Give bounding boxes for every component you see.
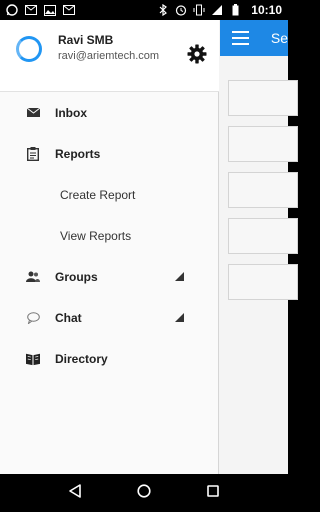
menu-item-directory[interactable]: Directory — [0, 338, 219, 379]
app-title: Se — [270, 30, 288, 46]
navigation-drawer: Ravi SMB ravi@ariemtech.com Inbox Report… — [0, 20, 219, 474]
chat-bubble-icon — [26, 311, 40, 325]
battery-icon — [229, 4, 241, 16]
home-button[interactable] — [134, 483, 154, 503]
envelope-icon — [26, 106, 40, 120]
system-nav-bar — [0, 474, 288, 512]
user-name: Ravi SMB — [58, 33, 114, 47]
gmail-icon — [25, 4, 37, 16]
list-card[interactable] — [228, 126, 298, 162]
back-icon — [68, 483, 82, 503]
menu-label: Reports — [55, 146, 101, 161]
recents-icon — [207, 484, 220, 502]
expand-caret-icon[interactable] — [175, 313, 184, 322]
drawer-header: Ravi SMB ravi@ariemtech.com — [0, 20, 219, 92]
menu-item-groups[interactable]: Groups — [0, 256, 219, 297]
gmail-icon — [63, 4, 75, 16]
list-card[interactable] — [228, 172, 298, 208]
list-card[interactable] — [228, 218, 298, 254]
book-icon — [26, 352, 40, 366]
menu-icon[interactable] — [232, 31, 249, 45]
recents-button[interactable] — [203, 483, 223, 503]
image-icon — [44, 4, 56, 16]
gear-icon — [187, 44, 207, 69]
menu-label: Chat — [55, 310, 82, 325]
menu-label: Create Report — [60, 187, 136, 202]
user-email: ravi@ariemtech.com — [58, 50, 160, 62]
expand-caret-icon[interactable] — [175, 272, 184, 281]
people-icon — [26, 270, 40, 284]
menu-label: Inbox — [55, 105, 87, 120]
menu-label: Groups — [55, 269, 98, 284]
back-button[interactable] — [65, 483, 85, 503]
settings-button[interactable] — [186, 44, 208, 69]
menu-item-chat[interactable]: Chat — [0, 297, 219, 338]
app-toolbar: Se — [220, 20, 288, 56]
list-card[interactable] — [228, 80, 298, 116]
clipboard-icon — [26, 146, 40, 161]
menu-item-inbox[interactable]: Inbox — [0, 92, 219, 133]
menu-label: Directory — [55, 351, 108, 366]
menu-item-create-report[interactable]: Create Report — [0, 174, 219, 215]
signal-icon — [211, 4, 223, 16]
status-bar: 10:10 — [0, 0, 288, 20]
alarm-icon — [175, 4, 187, 16]
home-icon — [137, 483, 151, 503]
whatsapp-icon — [6, 4, 18, 16]
bluetooth-icon — [157, 4, 169, 16]
drawer-menu: Inbox Reports Create Report View Reports… — [0, 92, 219, 379]
menu-item-view-reports[interactable]: View Reports — [0, 215, 219, 256]
vibrate-icon — [193, 4, 205, 16]
list-card[interactable] — [228, 264, 298, 300]
menu-label: View Reports — [60, 228, 132, 243]
status-time: 10:10 — [251, 3, 282, 17]
avatar[interactable] — [16, 36, 42, 62]
menu-item-reports[interactable]: Reports — [0, 133, 219, 174]
